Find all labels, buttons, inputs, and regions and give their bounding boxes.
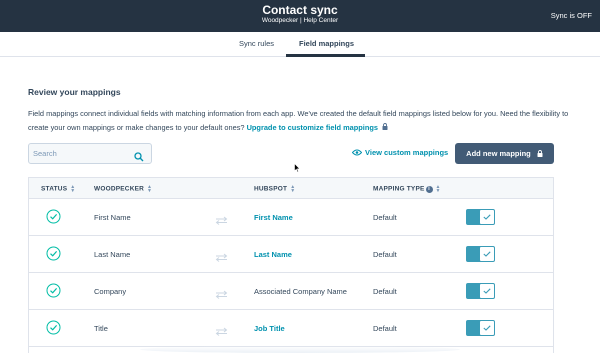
mapping-type: Default [373,213,397,222]
sync-direction-icon [215,286,228,304]
add-new-mapping-button[interactable]: Add new mapping [455,143,554,164]
sort-icon: ▲ ▼ [147,184,153,194]
column-status[interactable]: STATUS ▲ ▼ [41,184,76,194]
column-status-label: STATUS [41,185,68,193]
eye-icon [351,149,363,158]
toggle-knob [480,210,494,224]
sort-icon: ▲ ▼ [435,184,441,194]
sync-status: Sync is OFF [550,11,592,20]
sync-direction-icon [215,249,228,267]
mouse-cursor-icon [294,160,301,178]
hubspot-property-link[interactable]: First Name [254,213,293,222]
search-input[interactable] [33,147,133,160]
toggle-knob [480,284,494,298]
info-icon[interactable]: i [425,185,433,193]
column-woodpecker-label: WOODPECKER [94,185,145,193]
status-check-icon [46,320,61,340]
app-subtitle[interactable]: Woodpecker | Help Center [0,17,600,24]
mapping-toggle[interactable] [466,320,495,336]
active-tab-indicator [286,54,365,57]
lock-icon [382,122,388,136]
table-header: STATUS ▲ ▼ WOODPECKER ▲ ▼ HUBSPOT ▲ ▼ MAPPING … [29,178,553,199]
table-row: Last Name Last Name Default [29,236,553,273]
mapping-toggle[interactable] [466,283,495,299]
upgrade-link[interactable]: Upgrade to customize field mappings [247,123,378,132]
hubspot-property-link[interactable]: Last Name [254,250,292,259]
woodpecker-field: Title [94,324,108,333]
table-row: Title Job Title Default [29,310,553,347]
top-bar: Contact sync Woodpecker | Help Center Sy… [0,0,600,32]
column-mapping-type[interactable]: MAPPING TYPE i ▲ ▼ [373,184,441,194]
mapping-toggle[interactable] [466,209,495,225]
woodpecker-field: First Name [94,213,131,222]
section-heading: Review your mappings [28,87,121,97]
status-check-icon [46,246,61,266]
tab-bar: Sync rules Field mappings [0,32,600,57]
sync-direction-icon [215,323,228,341]
view-custom-mappings-link[interactable]: View custom mappings [351,148,449,158]
sort-icon: ▲ ▼ [70,184,76,194]
table-row: First Name First Name Default [29,199,553,236]
mappings-table: STATUS ▲ ▼ WOODPECKER ▲ ▼ HUBSPOT ▲ ▼ MAPPING … [28,177,554,353]
page-title: Contact sync [262,3,338,17]
view-custom-mappings-label: View custom mappings [365,148,449,157]
search-box [28,143,152,164]
status-check-icon [46,283,61,303]
scroll-shadow [140,346,460,353]
column-woodpecker[interactable]: WOODPECKER ▲ ▼ [94,184,153,194]
mapping-type: Default [373,324,397,333]
woodpecker-field: Last Name [94,250,131,259]
toggle-knob [480,321,494,335]
tab-field-mappings[interactable]: Field mappings [299,39,354,48]
toggle-knob [480,247,494,261]
mapping-toggle[interactable] [466,246,495,262]
table-row: Company Associated Company Name Default [29,273,553,310]
mapping-type: Default [373,287,397,296]
sync-direction-icon [215,212,228,230]
column-hubspot-label: HUBSPOT [254,185,288,193]
column-mapping-type-label: MAPPING TYPE [373,185,425,193]
section-description: Field mappings connect individual fields… [28,107,573,136]
hubspot-property: Associated Company Name [254,287,347,296]
status-check-icon [46,209,61,229]
search-icon[interactable] [134,149,144,167]
woodpecker-field: Company [94,287,127,296]
column-hubspot[interactable]: HUBSPOT ▲ ▼ [254,184,296,194]
hubspot-property-link[interactable]: Job Title [254,324,285,333]
tab-sync-rules[interactable]: Sync rules [239,39,274,48]
sort-icon: ▲ ▼ [290,184,296,194]
mapping-type: Default [373,250,397,259]
lock-icon [537,144,543,165]
add-new-mapping-label: Add new mapping [466,149,531,158]
